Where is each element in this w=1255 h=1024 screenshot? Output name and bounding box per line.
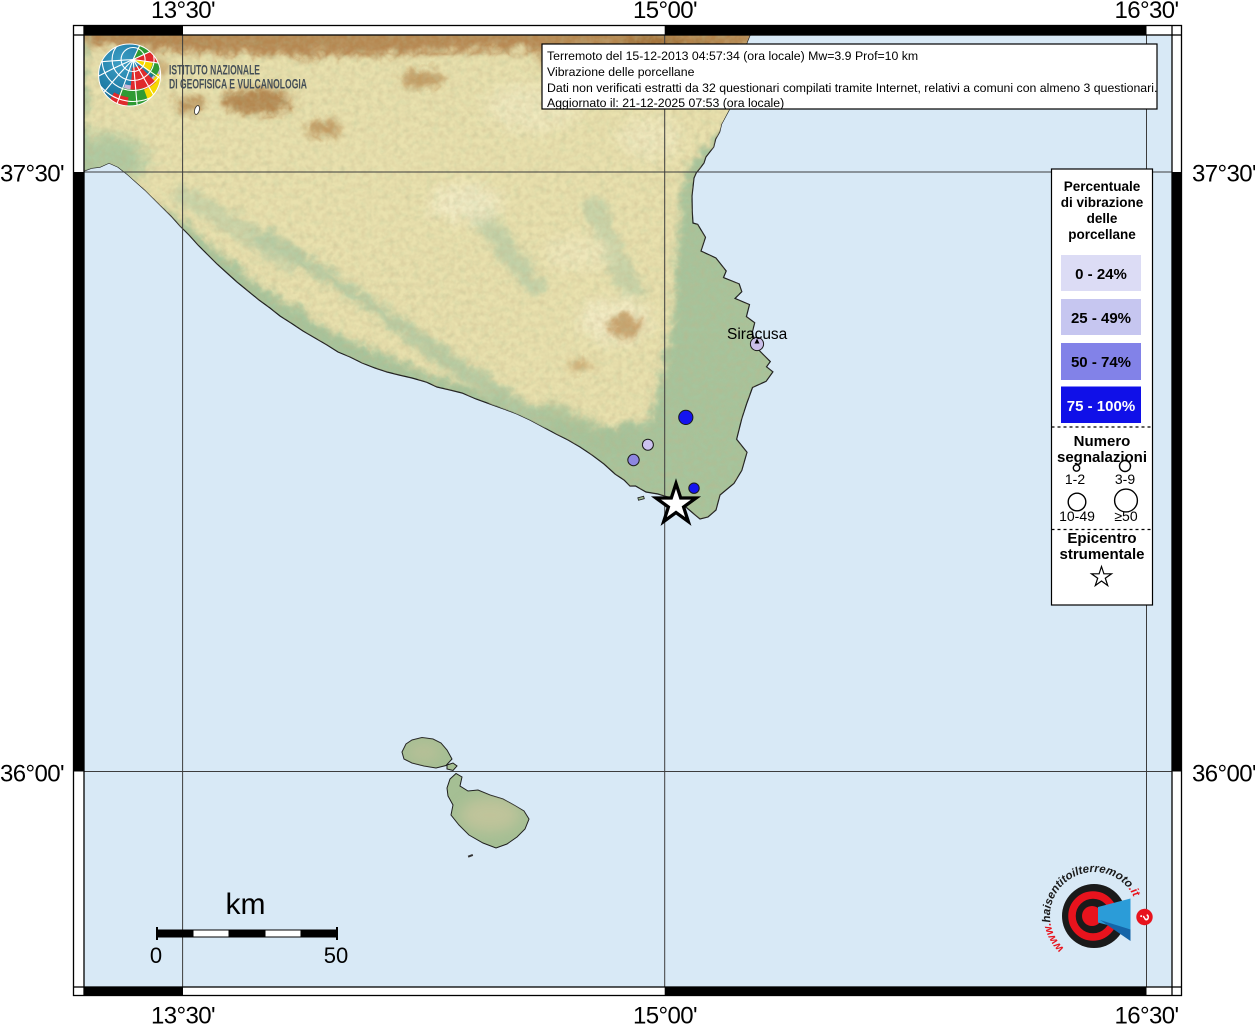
svg-text:Percentuale: Percentuale: [1064, 179, 1141, 194]
svg-text:Siracusa: Siracusa: [727, 326, 788, 343]
svg-text:di vibrazione: di vibrazione: [1061, 195, 1144, 210]
svg-text:Vibrazione delle porcellane: Vibrazione delle porcellane: [547, 65, 695, 79]
svg-text:50: 50: [324, 943, 348, 968]
svg-text:≥50: ≥50: [1114, 508, 1137, 524]
svg-text:DI GEOFISICA E VULCANOLOGIA: DI GEOFISICA E VULCANOLOGIA: [169, 77, 307, 92]
svg-text:15°00': 15°00': [633, 1003, 697, 1024]
svg-text:13°30': 13°30': [151, 0, 215, 24]
svg-text:ISTITUTO NAZIONALE: ISTITUTO NAZIONALE: [169, 63, 260, 78]
svg-text:50 - 74%: 50 - 74%: [1071, 354, 1131, 371]
svg-text:16°30': 16°30': [1115, 0, 1179, 24]
svg-text:1-2: 1-2: [1065, 471, 1085, 487]
svg-text:0: 0: [150, 943, 162, 968]
svg-text:km: km: [226, 888, 266, 921]
svg-text:0 - 24%: 0 - 24%: [1075, 266, 1127, 283]
svg-text:Dati non verificati estratti d: Dati non verificati estratti da 32 quest…: [547, 81, 1157, 95]
svg-text:16°30': 16°30': [1115, 1003, 1179, 1024]
svg-text:delle: delle: [1087, 211, 1118, 226]
svg-text:Terremoto del 15-12-2013 04:57: Terremoto del 15-12-2013 04:57:34 (ora l…: [547, 49, 918, 63]
svg-text:3-9: 3-9: [1115, 471, 1135, 487]
svg-text:13°30': 13°30': [151, 1003, 215, 1024]
svg-text:37°30': 37°30': [0, 161, 64, 188]
svg-text:Numero: Numero: [1074, 433, 1131, 450]
svg-text:Epicentro: Epicentro: [1067, 530, 1136, 547]
svg-text:strumentale: strumentale: [1059, 546, 1144, 563]
svg-text:36°00': 36°00': [0, 761, 64, 788]
svg-text:15°00': 15°00': [633, 0, 697, 24]
svg-text:37°30': 37°30': [1192, 161, 1255, 188]
svg-text:36°00': 36°00': [1192, 761, 1255, 788]
svg-text:25 - 49%: 25 - 49%: [1071, 310, 1131, 327]
svg-text:10-49: 10-49: [1059, 508, 1095, 524]
svg-text:segnalazioni: segnalazioni: [1057, 449, 1147, 466]
svg-text:porcellane: porcellane: [1068, 227, 1136, 242]
svg-text:75 - 100%: 75 - 100%: [1067, 398, 1135, 415]
svg-text:Aggiornato il: 21-12-2025 07:5: Aggiornato il: 21-12-2025 07:53 (ora loc…: [547, 96, 784, 110]
